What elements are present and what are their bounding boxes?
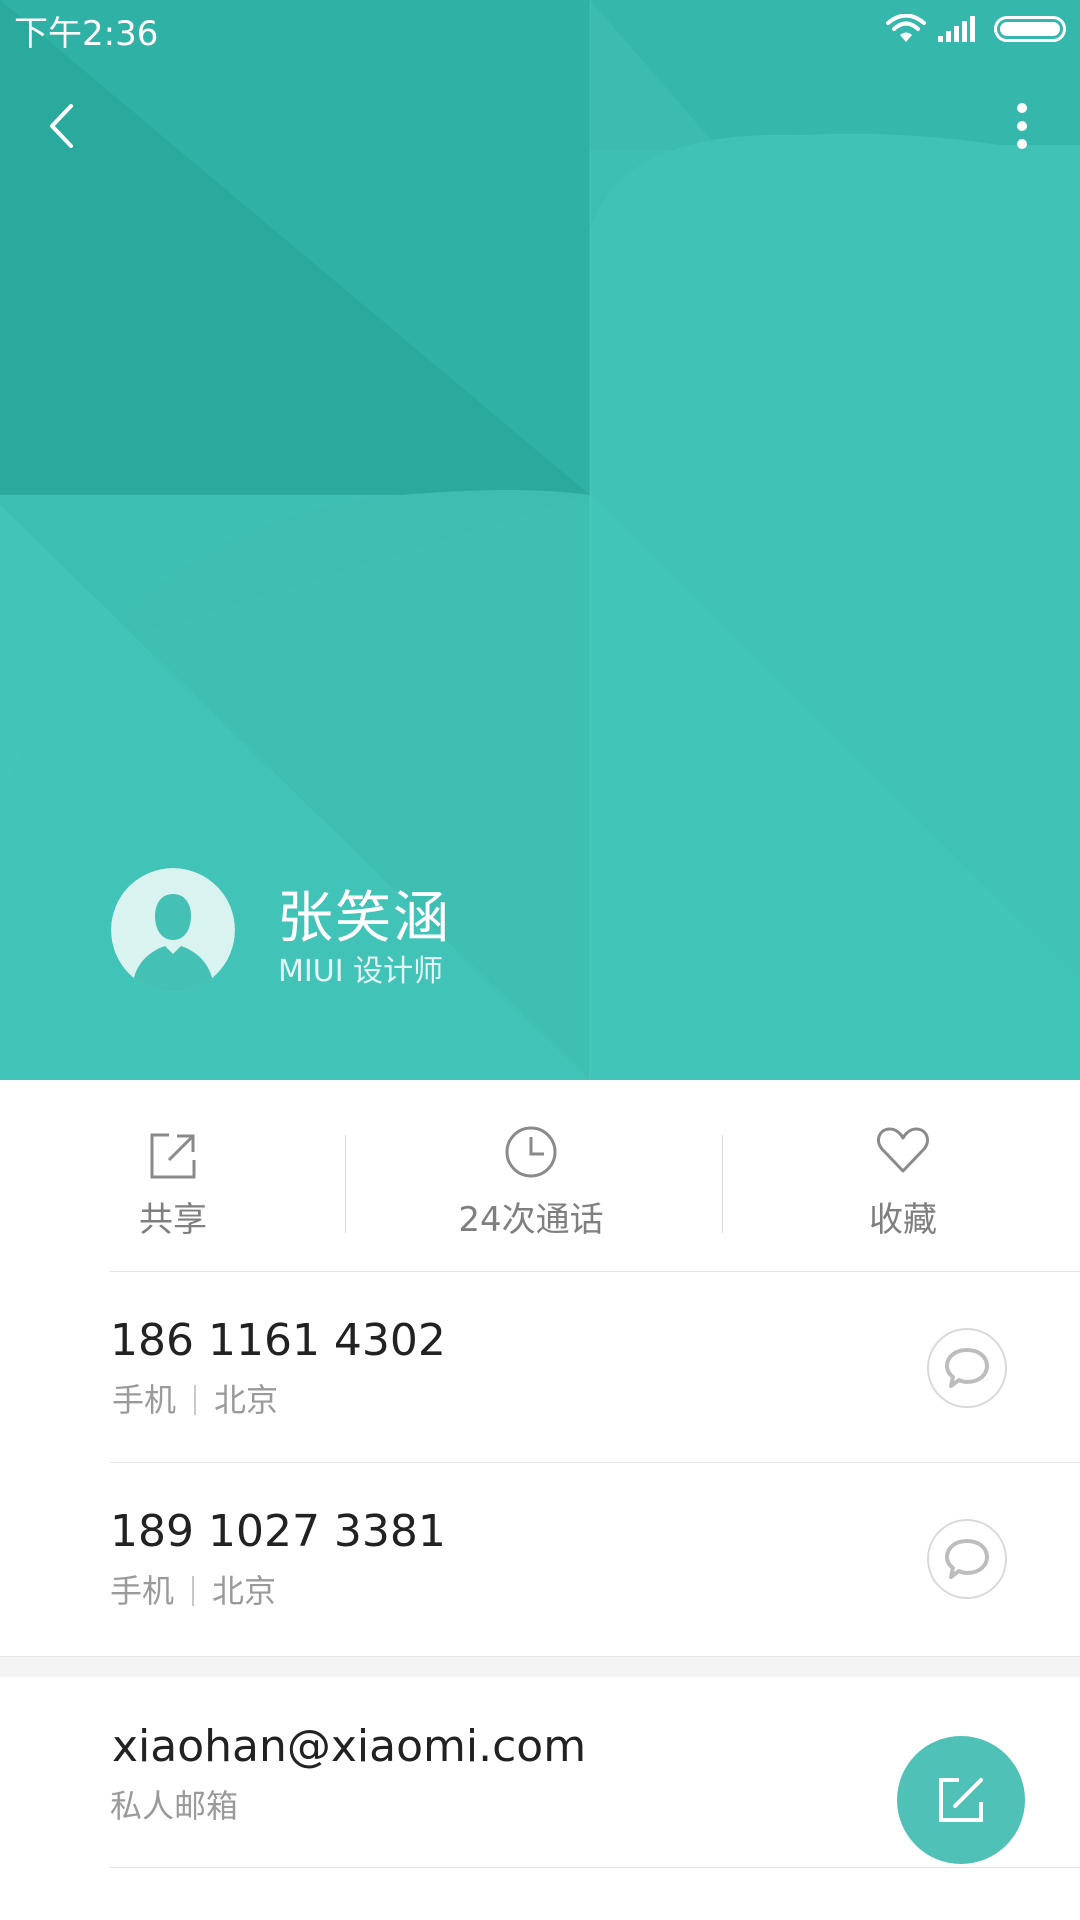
phone-row[interactable]: 186 1161 4302 手机 北京 [0,1272,1080,1462]
share-icon [150,1133,196,1179]
signal-icon [938,16,975,42]
phone-number: 189 1027 3381 [110,1506,446,1557]
edit-icon [939,1778,983,1822]
wifi-icon [886,14,926,42]
back-button[interactable] [30,90,96,162]
person-silhouette-icon [111,868,235,992]
email-label: 私人邮箱 [110,1787,239,1825]
more-options-button[interactable] [990,90,1050,162]
message-bubble-icon [945,1348,989,1388]
meta-separator [194,1385,197,1415]
send-message-button[interactable] [927,1519,1007,1599]
share-action[interactable]: 共享 [80,1080,266,1271]
phone-number: 186 1161 4302 [110,1315,446,1366]
status-icons [886,12,1066,48]
battery-icon [994,16,1066,42]
phone-row[interactable]: 189 1027 3381 手机 北京 [0,1463,1080,1655]
send-message-button[interactable] [927,1328,1007,1408]
contact-header: 下午2:36 张笑涵 MIUI 设计师 [0,0,1080,1080]
favorite-action[interactable]: 收藏 [810,1080,996,1271]
section-gap [0,1656,1080,1678]
email-address: xiaohan@xiaomi.com [112,1721,587,1772]
contact-title: MIUI 设计师 [278,954,444,989]
phone-meta: 手机 北京 [112,1375,278,1421]
heart-icon [877,1127,929,1173]
phone-location: 北京 [212,1572,277,1610]
call-count-label: 24次通话 [458,1200,604,1240]
contact-name: 张笑涵 [277,886,451,951]
clock-icon [505,1126,557,1178]
more-vertical-icon [1017,103,1027,149]
action-divider [345,1135,346,1233]
meta-separator [192,1576,195,1606]
favorite-label: 收藏 [869,1200,937,1240]
action-divider [722,1135,723,1233]
avatar[interactable] [111,868,235,992]
phone-type: 手机 [112,1381,177,1419]
phone-meta: 手机 北京 [110,1566,276,1612]
edit-contact-button[interactable] [897,1736,1025,1864]
call-history-action[interactable]: 24次通话 [400,1080,662,1271]
status-bar: 下午2:36 [0,0,1080,60]
phone-type: 手机 [110,1572,175,1610]
contact-detail-screen: 下午2:36 张笑涵 MIUI 设计师 共享 24次通话 收藏 186 1161… [0,0,1080,1920]
action-bar: 共享 24次通话 收藏 [0,1080,1080,1271]
row-divider [110,1867,1080,1868]
chevron-left-icon [50,104,73,148]
phone-location: 北京 [214,1381,279,1419]
share-label: 共享 [139,1200,207,1240]
message-bubble-icon [945,1539,989,1579]
status-time: 下午2:36 [14,14,159,54]
